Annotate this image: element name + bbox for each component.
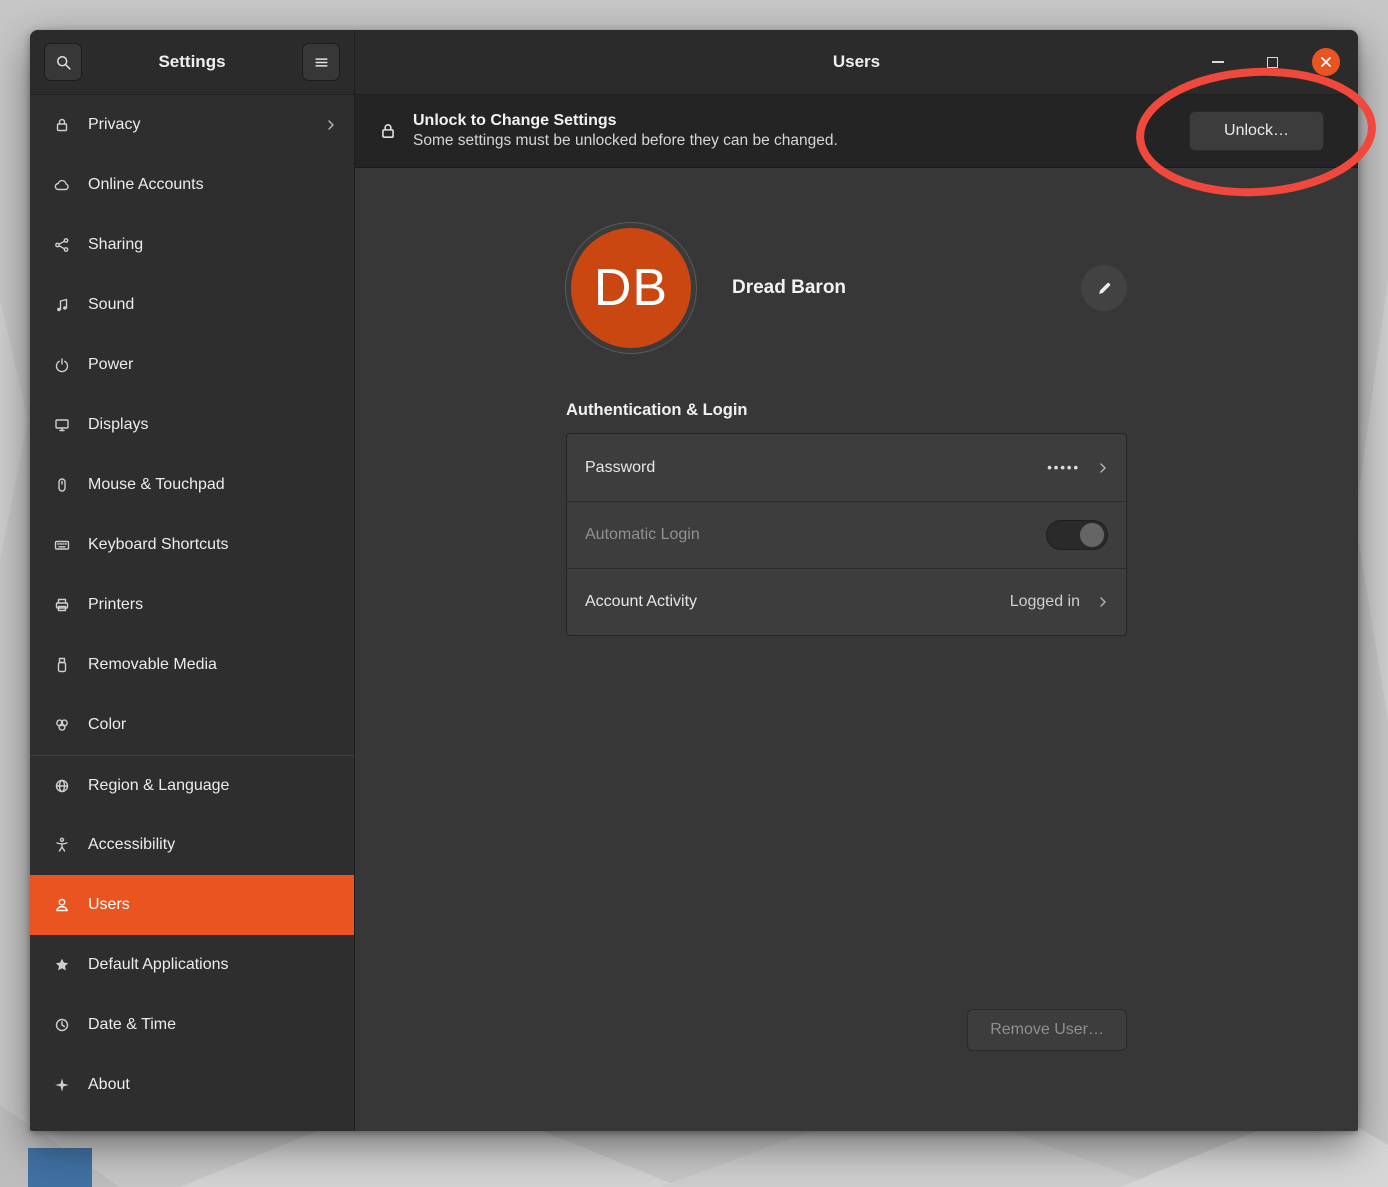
removable-media-icon bbox=[54, 657, 70, 673]
unlock-infobar: Unlock to Change Settings Some settings … bbox=[355, 95, 1358, 168]
user-name: Dread Baron bbox=[732, 277, 846, 299]
sidebar-item-privacy[interactable]: Privacy bbox=[30, 95, 354, 155]
search-button[interactable] bbox=[44, 43, 82, 81]
lock-icon bbox=[54, 117, 70, 133]
automatic-login-toggle[interactable] bbox=[1046, 520, 1108, 550]
infobar-subtitle: Some settings must be unlocked before th… bbox=[413, 131, 838, 152]
sidebar-item-color[interactable]: Color bbox=[30, 695, 354, 755]
globe-icon bbox=[54, 778, 70, 794]
keyboard-icon bbox=[54, 537, 70, 553]
sidebar-item-users[interactable]: Users bbox=[30, 875, 354, 935]
page-title: Users bbox=[833, 52, 880, 72]
sidebar-item-about[interactable]: About bbox=[30, 1055, 354, 1115]
row-label: Password bbox=[585, 459, 655, 477]
sidebar-item-date-time[interactable]: Date & Time bbox=[30, 995, 354, 1055]
sidebar-item-label: Users bbox=[88, 896, 130, 914]
password-row[interactable]: Password ••••• bbox=[567, 434, 1126, 501]
sidebar-item-power[interactable]: Power bbox=[30, 335, 354, 395]
sidebar-item-label: Mouse & Touchpad bbox=[88, 476, 225, 494]
unlock-button[interactable]: Unlock… bbox=[1189, 111, 1324, 151]
power-icon bbox=[54, 357, 70, 373]
app-title: Settings bbox=[82, 52, 302, 72]
sidebar-item-online-accounts[interactable]: Online Accounts bbox=[30, 155, 354, 215]
lock-icon bbox=[379, 122, 397, 140]
maximize-button[interactable] bbox=[1258, 48, 1286, 76]
display-icon bbox=[54, 417, 70, 433]
section-title-authentication: Authentication & Login bbox=[566, 401, 1127, 420]
sidebar-item-printers[interactable]: Printers bbox=[30, 575, 354, 635]
pencil-icon bbox=[1096, 280, 1113, 297]
toggle-knob bbox=[1080, 523, 1104, 547]
infobar-title: Unlock to Change Settings bbox=[413, 110, 838, 132]
share-icon bbox=[54, 237, 70, 253]
color-icon bbox=[54, 717, 70, 733]
users-icon bbox=[54, 897, 70, 913]
music-note-icon bbox=[54, 297, 70, 313]
user-card: DB Dread Baron bbox=[566, 223, 1127, 353]
sidebar-item-accessibility[interactable]: Accessibility bbox=[30, 815, 354, 875]
auth-listbox: Password ••••• Automatic Login bbox=[566, 433, 1127, 636]
close-button[interactable] bbox=[1312, 48, 1340, 76]
avatar: DB bbox=[566, 223, 696, 353]
sparkle-icon bbox=[54, 1077, 70, 1093]
close-icon bbox=[1320, 56, 1332, 68]
edit-name-button[interactable] bbox=[1081, 265, 1127, 311]
row-label: Automatic Login bbox=[585, 526, 700, 544]
printer-icon bbox=[54, 597, 70, 613]
sidebar-item-label: Sharing bbox=[88, 236, 143, 254]
sidebar-item-sound[interactable]: Sound bbox=[30, 275, 354, 335]
sidebar-item-label: Keyboard Shortcuts bbox=[88, 536, 229, 554]
sidebar-item-label: Default Applications bbox=[88, 956, 229, 974]
chevron-right-icon bbox=[326, 117, 336, 133]
password-dots: ••••• bbox=[1047, 460, 1080, 475]
sidebar-header: Settings bbox=[30, 30, 354, 95]
sidebar-item-label: Color bbox=[88, 716, 126, 734]
minimize-button[interactable] bbox=[1204, 48, 1232, 76]
sidebar-item-label: Accessibility bbox=[88, 836, 175, 854]
sidebar-item-label: Printers bbox=[88, 596, 143, 614]
users-content: DB Dread Baron Authentication & Login Pa… bbox=[355, 168, 1358, 1131]
main-panel: Users Unlock to Change Settings Some set… bbox=[355, 30, 1358, 1131]
star-icon bbox=[54, 957, 70, 973]
desktop-taskbar-item bbox=[28, 1148, 92, 1187]
mouse-icon bbox=[54, 477, 70, 493]
minimize-icon bbox=[1212, 61, 1224, 63]
row-label: Account Activity bbox=[585, 593, 697, 611]
sidebar-item-label: Region & Language bbox=[88, 777, 229, 795]
hamburger-icon bbox=[313, 54, 330, 71]
account-activity-value: Logged in bbox=[1010, 593, 1080, 611]
sidebar-item-keyboard-shortcuts[interactable]: Keyboard Shortcuts bbox=[30, 515, 354, 575]
sidebar-item-label: Sound bbox=[88, 296, 134, 314]
main-headerbar: Users bbox=[355, 30, 1358, 95]
sidebar-item-displays[interactable]: Displays bbox=[30, 395, 354, 455]
sidebar-item-label: About bbox=[88, 1076, 130, 1094]
menu-button[interactable] bbox=[302, 43, 340, 81]
remove-user-button[interactable]: Remove User… bbox=[967, 1009, 1127, 1051]
sidebar-item-removable-media[interactable]: Removable Media bbox=[30, 635, 354, 695]
chevron-right-icon bbox=[1098, 594, 1108, 610]
search-icon bbox=[55, 54, 72, 71]
sidebar-item-label: Power bbox=[88, 356, 133, 374]
sidebar-item-default-applications[interactable]: Default Applications bbox=[30, 935, 354, 995]
window-controls bbox=[1204, 30, 1340, 94]
maximize-icon bbox=[1267, 57, 1278, 68]
sidebar-item-sharing[interactable]: Sharing bbox=[30, 215, 354, 275]
chevron-right-icon bbox=[1098, 460, 1108, 476]
automatic-login-row: Automatic Login bbox=[567, 501, 1126, 568]
infobar-text: Unlock to Change Settings Some settings … bbox=[413, 110, 838, 153]
sidebar-item-label: Removable Media bbox=[88, 656, 217, 674]
cloud-icon bbox=[54, 177, 70, 193]
account-activity-row[interactable]: Account Activity Logged in bbox=[567, 568, 1126, 635]
sidebar: Settings Privacy Online Accounts bbox=[30, 30, 355, 1131]
accessibility-icon bbox=[54, 837, 70, 853]
sidebar-item-region-language[interactable]: Region & Language bbox=[30, 755, 354, 815]
sidebar-item-label: Date & Time bbox=[88, 1016, 176, 1034]
sidebar-item-label: Displays bbox=[88, 416, 148, 434]
clock-icon bbox=[54, 1017, 70, 1033]
sidebar-item-mouse-touchpad[interactable]: Mouse & Touchpad bbox=[30, 455, 354, 515]
sidebar-item-label: Privacy bbox=[88, 116, 140, 134]
settings-window: Settings Privacy Online Accounts bbox=[30, 30, 1358, 1131]
sidebar-nav: Privacy Online Accounts Sharing Sound bbox=[30, 95, 354, 1131]
sidebar-item-label: Online Accounts bbox=[88, 176, 204, 194]
